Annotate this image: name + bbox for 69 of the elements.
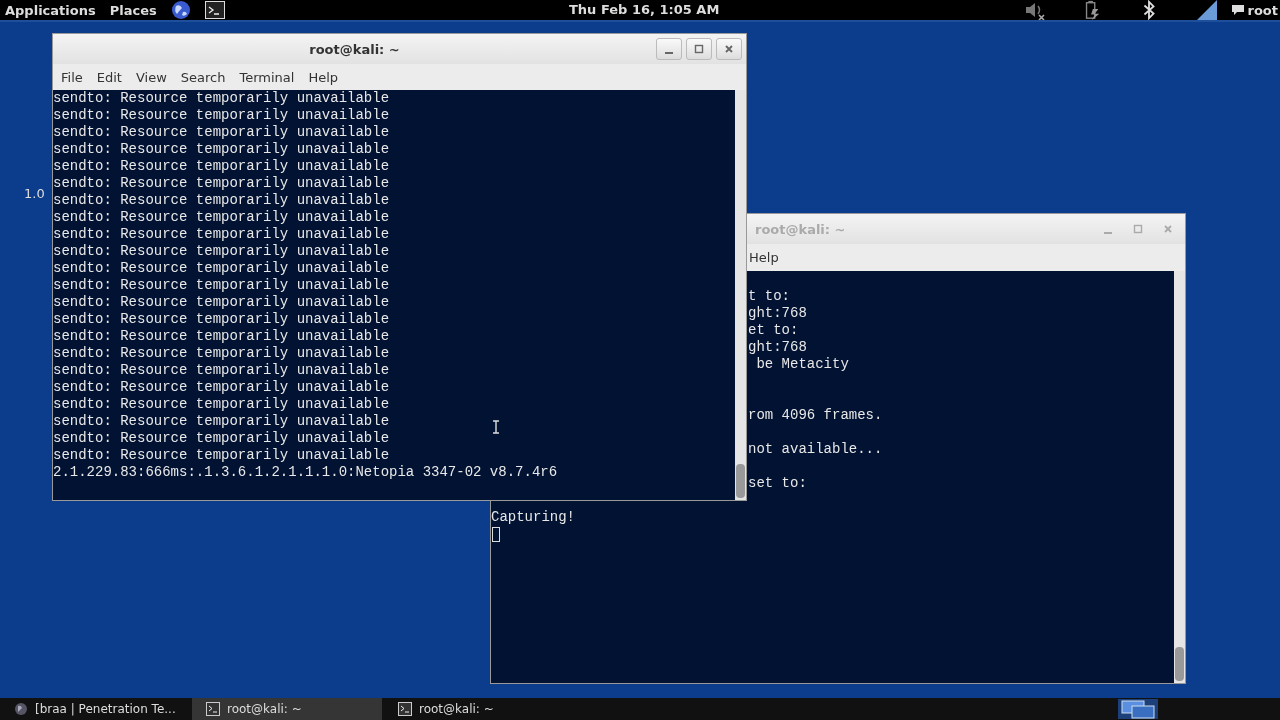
terminal-line: rom 4096 frames. [748, 407, 883, 423]
minimize-icon [1104, 231, 1112, 234]
terminal-line: sendto: Resource temporarily unavailable [53, 141, 390, 157]
maximize-icon [694, 44, 704, 54]
menu-item[interactable]: Help [308, 69, 339, 85]
terminal-line: sendto: Resource temporarily unavailable [53, 311, 390, 327]
terminal-line: sendto: Resource temporarily unavailable [53, 413, 390, 429]
terminal-line: sendto: Resource temporarily unavailable [53, 192, 390, 208]
terminal-line: sendto: Resource temporarily unavailable [53, 226, 390, 242]
scrollbar-thumb[interactable] [736, 464, 745, 498]
terminal-line: sendto: Resource temporarily unavailable [53, 209, 390, 225]
terminal-line: ght:768 [748, 305, 807, 321]
terminal-icon [206, 702, 220, 716]
terminal-line: t to: [748, 288, 790, 304]
taskbar-button[interactable]: root@kali: ~ [192, 698, 382, 720]
muted-speaker-icon[interactable] [1023, 0, 1046, 20]
terminal-line: sendto: Resource temporarily unavailable [53, 447, 390, 463]
menu-item[interactable]: Help [749, 250, 779, 265]
clock[interactable]: Thu Feb 16, 1:05 AM [569, 2, 720, 17]
terminal-line: sendto: Resource temporarily unavailable [53, 345, 390, 361]
maximize-button[interactable] [686, 38, 712, 60]
window-title: root@kali: ~ [308, 41, 401, 57]
terminal-line: sendto: Resource temporarily unavailable [53, 379, 390, 395]
menu-item[interactable]: Search [180, 69, 226, 85]
window-title: root@kali: ~ [754, 221, 847, 237]
terminal-line: sendto: Resource temporarily unavailable [53, 260, 390, 276]
menu-item[interactable]: Edit [96, 69, 122, 85]
terminal-line: sendto: Resource temporarily unavailable [53, 277, 390, 293]
menu-item[interactable]: File [61, 69, 83, 85]
terminal-line: sendto: Resource temporarily unavailable [53, 158, 390, 174]
minimize-button[interactable] [656, 38, 682, 60]
desktop-label: 1.0 [24, 186, 45, 201]
taskbar-button[interactable]: root@kali: ~ [384, 698, 574, 720]
taskbar-button[interactable]: [braa | Penetration Te... [0, 698, 190, 720]
terminal-line: et to: [748, 322, 799, 338]
terminal-line: sendto: Resource temporarily unavailable [53, 328, 390, 344]
terminal-line: sendto: Resource temporarily unavailable [53, 430, 390, 446]
terminal-line: Capturing! [491, 509, 575, 525]
minimize-icon [665, 51, 673, 54]
maximize-icon [1133, 224, 1143, 234]
terminal-line: sendto: Resource temporarily unavailable [53, 362, 390, 378]
menu-item[interactable]: View [135, 69, 167, 85]
terminal-line: sendto: Resource temporarily unavailable [53, 107, 390, 123]
globe-icon[interactable] [170, 0, 191, 20]
terminal-icon[interactable] [204, 1, 225, 19]
terminal-line: not available... [748, 441, 883, 457]
panel-menu[interactable]: Places [109, 2, 157, 18]
globe-icon [14, 702, 28, 716]
terminal-icon [398, 702, 412, 716]
terminal-line: ght:768 [748, 339, 807, 355]
terminal-line: sendto: Resource temporarily unavailable [53, 175, 390, 191]
terminal-line: sendto: Resource temporarily unavailable [53, 243, 390, 259]
terminal-line: sendto: Resource temporarily unavailable [53, 124, 390, 140]
ibeam-cursor-icon [492, 420, 500, 434]
terminal-line: sendto: Resource temporarily unavailable [53, 90, 390, 106]
terminal-line: sendto: Resource temporarily unavailable [53, 294, 390, 310]
close-icon [1163, 224, 1173, 234]
close-button[interactable] [716, 38, 742, 60]
user-menu[interactable]: root [1247, 2, 1278, 18]
terminal-line: be Metacity [755, 356, 849, 372]
menu-item[interactable]: Terminal [239, 69, 295, 85]
panel-menu[interactable]: Applications [5, 2, 96, 18]
terminal-line: set to: [748, 475, 807, 491]
scrollbar-thumb[interactable] [1175, 647, 1184, 681]
chat-icon[interactable] [1230, 4, 1245, 16]
terminal-line: 2.1.229.83:666ms:.1.3.6.1.2.1.1.1.0:Netopia 3347-02 v8.7.4r6 [53, 464, 558, 480]
terminal-line: sendto: Resource temporarily unavailable [53, 396, 390, 412]
close-icon [724, 44, 734, 54]
workspace-switcher-icon[interactable] [1118, 699, 1158, 719]
